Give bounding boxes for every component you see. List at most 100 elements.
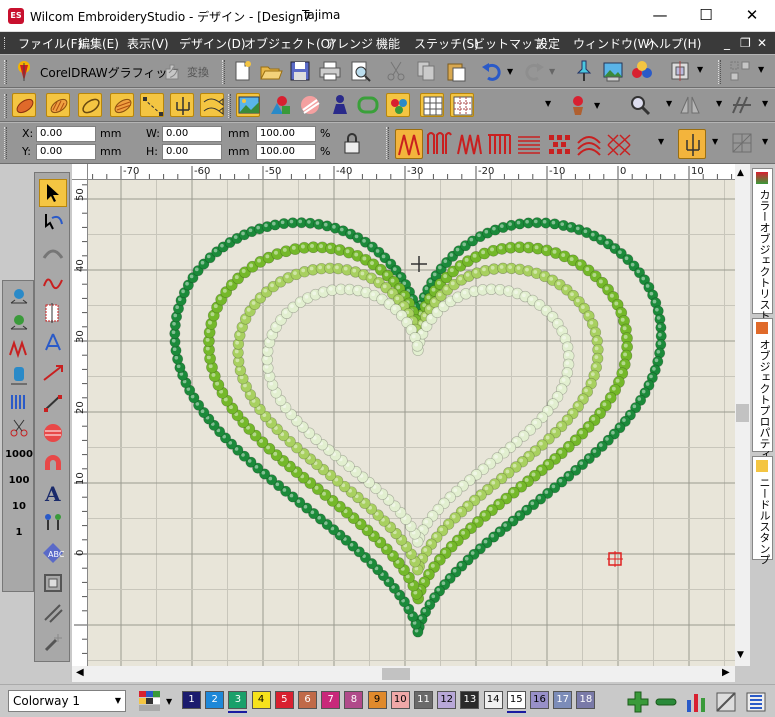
save-icon[interactable] <box>288 59 312 83</box>
open-folder-icon[interactable] <box>259 59 283 83</box>
thread-swatch-2[interactable]: 2 <box>205 691 225 709</box>
thread-swatch-18[interactable]: 18 <box>576 691 596 709</box>
step-1-label[interactable]: 1 <box>5 519 33 545</box>
cross-stitch-icon[interactable] <box>545 129 573 159</box>
fish-motif-icon[interactable] <box>200 93 224 117</box>
add-color-icon[interactable] <box>626 690 650 714</box>
fan-icon[interactable] <box>39 239 67 267</box>
team-names-icon[interactable] <box>39 509 67 537</box>
knife-icon[interactable] <box>39 299 67 327</box>
outline-leaf-icon[interactable] <box>78 93 102 117</box>
menu-view[interactable]: 表示(V) <box>127 35 169 51</box>
flower-pot-icon[interactable] <box>566 93 590 117</box>
scroll-left-icon[interactable]: ◀ <box>76 667 84 678</box>
mdi-minimize-button[interactable]: _ <box>724 36 730 50</box>
toolbar-overflow-icon[interactable]: ▼ <box>762 99 768 108</box>
toolbar-overflow-icon[interactable]: ▼ <box>716 99 722 108</box>
start-end-icon[interactable] <box>39 359 67 387</box>
new-file-icon[interactable] <box>230 59 254 83</box>
mirror-icon[interactable] <box>678 93 702 117</box>
scroll-up-icon[interactable]: ▲ <box>737 168 744 178</box>
close-button[interactable]: ✕ <box>729 0 775 32</box>
thread-swatch-15[interactable]: 15 <box>506 691 526 709</box>
column-select-icon[interactable] <box>678 129 706 159</box>
select-arrow-icon[interactable] <box>39 179 67 207</box>
scroll-down-icon[interactable]: ▼ <box>737 650 744 660</box>
figure-icon[interactable] <box>328 93 352 117</box>
scale-x-input[interactable]: 100.00 <box>256 126 316 142</box>
satin-leaf-icon[interactable] <box>12 93 36 117</box>
m-stitch-icon[interactable] <box>455 129 483 159</box>
shapes-icon[interactable] <box>268 93 292 117</box>
coreldraw-icon[interactable] <box>12 59 36 83</box>
multi-color-icon[interactable] <box>386 93 410 117</box>
menu-function[interactable]: 機能 <box>376 35 400 51</box>
branching-icon[interactable] <box>39 329 67 357</box>
lock-proportions-icon[interactable] <box>340 131 366 157</box>
undo-icon[interactable] <box>480 59 504 83</box>
remove-color-icon[interactable] <box>654 690 678 714</box>
paste-icon[interactable] <box>444 59 468 83</box>
toolbar-overflow-icon[interactable]: ▼ <box>758 65 764 74</box>
menu-stitch[interactable]: ステッチ(S) <box>414 35 479 51</box>
menu-arrange[interactable]: アレンジ <box>325 35 373 51</box>
convert-icon[interactable] <box>160 59 184 83</box>
menu-help[interactable]: ヘルプ(H) <box>647 35 701 51</box>
freehand-icon[interactable] <box>39 269 67 297</box>
width-input[interactable]: 0.00 <box>162 126 222 142</box>
stitch-angle-icon[interactable] <box>39 389 67 417</box>
thread-swatch-14[interactable]: 14 <box>483 691 503 709</box>
horizontal-scroll-thumb[interactable] <box>382 668 410 680</box>
column-stitch-icon[interactable] <box>170 93 194 117</box>
border-icon[interactable] <box>356 93 380 117</box>
toolbar-overflow-icon[interactable]: ▼ <box>545 99 551 108</box>
zigzag-stitch-icon[interactable] <box>395 129 423 159</box>
monogram-icon[interactable]: ABC <box>39 539 67 567</box>
zoom-icon[interactable] <box>628 93 652 117</box>
thread-swatch-4[interactable]: 4 <box>251 691 271 709</box>
menu-bitmap[interactable]: ビットマップ <box>473 35 545 51</box>
travel-icon[interactable] <box>5 285 33 311</box>
thread-swatch-8[interactable]: 8 <box>344 691 364 709</box>
scroll-right-icon[interactable]: ▶ <box>722 667 730 678</box>
minimize-button[interactable]: — <box>637 0 683 32</box>
toolbar-overflow-icon[interactable]: ▼ <box>697 65 703 74</box>
picture-fill-icon[interactable] <box>236 93 260 117</box>
thread-swatch-12[interactable]: 12 <box>437 691 457 709</box>
thread-swatch-6[interactable]: 6 <box>298 691 317 709</box>
thread-swatch-9[interactable]: 9 <box>367 691 387 709</box>
step-100-label[interactable]: 100 <box>5 467 33 493</box>
thread-colors-icon[interactable] <box>630 59 654 83</box>
horizontal-scrollbar[interactable]: ◀ ▶ <box>72 666 735 682</box>
remove-unused-icon[interactable] <box>714 690 738 714</box>
grid-select-icon[interactable] <box>728 59 752 83</box>
hoop-icon[interactable] <box>668 59 692 83</box>
applique-icon[interactable] <box>298 93 322 117</box>
menu-object[interactable]: オブジェクト(O) <box>244 35 335 51</box>
convert-label[interactable]: 変換 <box>187 64 209 80</box>
cut-thread-icon[interactable] <box>5 415 33 441</box>
reshape-icon[interactable] <box>39 209 67 237</box>
thread-swatch-17[interactable]: 17 <box>553 691 573 709</box>
height-input[interactable]: 0.00 <box>162 144 222 160</box>
tab-color-object-list[interactable]: カラーオブジェクトリスト <box>752 168 773 321</box>
mdi-close-button[interactable]: ✕ <box>757 36 767 50</box>
thread-swatch-5[interactable]: 5 <box>274 691 294 709</box>
comb-stitch-icon[interactable] <box>485 129 513 159</box>
menu-file[interactable]: ファイル(F) <box>18 35 82 51</box>
colorway-select[interactable]: Colorway 1 ▼ <box>8 690 126 712</box>
thread-swatch-11[interactable]: 11 <box>414 691 433 709</box>
tab-object-properties[interactable]: オブジェクトプロパティ <box>752 318 773 460</box>
step-10-label[interactable]: 10 <box>5 493 33 519</box>
dropdown-icon[interactable]: ▼ <box>594 101 600 110</box>
redo-dropdown-icon[interactable]: ▼ <box>549 67 555 76</box>
toolbar-overflow-icon[interactable]: ▼ <box>658 137 664 146</box>
y-input[interactable]: 0.00 <box>36 144 96 160</box>
copy-icon[interactable] <box>414 59 438 83</box>
menu-design[interactable]: デザイン(D) <box>179 35 246 51</box>
stitch-zigzag-icon[interactable] <box>5 337 33 363</box>
menu-edit[interactable]: 編集(E) <box>78 35 119 51</box>
coreldraw-label[interactable]: CorelDRAWグラフィック <box>40 64 179 81</box>
offset-icon[interactable] <box>39 569 67 597</box>
run-stitch-icon[interactable] <box>140 93 164 117</box>
